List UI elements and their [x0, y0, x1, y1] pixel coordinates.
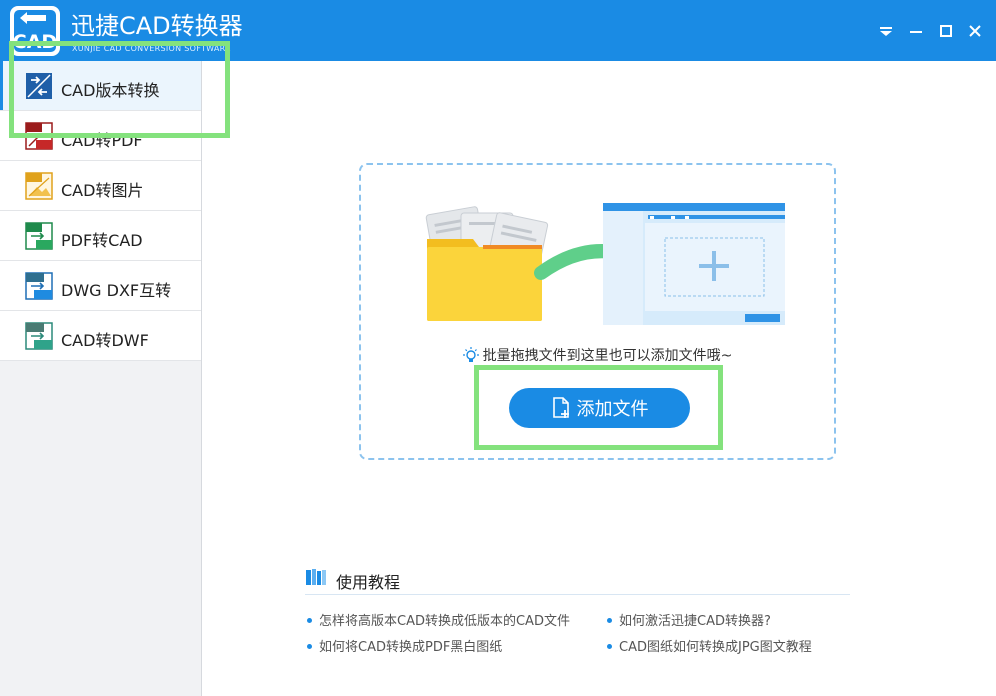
sidebar-item-label: DWG DXF互转 — [61, 281, 172, 300]
cad-to-dwf-icon — [25, 322, 53, 350]
sidebar-item-label: CAD转图片 — [61, 181, 144, 200]
maximize-icon[interactable] — [937, 22, 955, 40]
tutorial-link[interactable]: CAD图纸如何转换成JPG图文教程 — [607, 636, 812, 655]
cad-to-image-icon — [25, 172, 53, 200]
sidebar: CAD版本转换 CAD转PDF CAD转图片 PDF转CAD DWG DXF互转… — [0, 61, 202, 696]
app-title: 迅捷CAD转换器 — [71, 12, 243, 40]
drag-hint-text: 批量拖拽文件到这里也可以添加文件哦~ — [482, 348, 733, 364]
sidebar-item-cad-to-dwf[interactable]: CAD转DWF — [0, 311, 201, 361]
tutorials-title: 使用教程 — [336, 573, 401, 592]
tutorial-link[interactable]: 如何将CAD转换成PDF黑白图纸 — [307, 636, 502, 655]
books-icon — [306, 569, 326, 585]
tutorial-link[interactable]: 怎样将高版本CAD转换成低版本的CAD文件 — [307, 610, 570, 629]
drag-hint: 批量拖拽文件到这里也可以添加文件哦~ — [361, 345, 834, 365]
sidebar-item-cad-to-image[interactable]: CAD转图片 — [0, 161, 201, 211]
tutorial-link[interactable]: 如何激活迅捷CAD转换器? — [607, 610, 771, 629]
sidebar-item-label: PDF转CAD — [61, 231, 143, 250]
highlight-sidebar-item — [9, 41, 230, 138]
menu-icon[interactable] — [877, 22, 895, 40]
sidebar-item-pdf-to-cad[interactable]: PDF转CAD — [0, 211, 201, 261]
dwg-dxf-icon — [25, 272, 53, 300]
back-arrow-icon — [20, 12, 46, 24]
minimize-icon[interactable] — [907, 22, 925, 40]
close-icon[interactable] — [966, 22, 984, 40]
lightbulb-icon — [462, 347, 479, 362]
pdf-to-cad-icon — [25, 222, 53, 250]
highlight-add-button — [474, 365, 723, 450]
sidebar-item-label: CAD转DWF — [61, 331, 149, 350]
drag-files-illustration — [425, 203, 785, 325]
tutorials-header: 使用教程 — [305, 566, 850, 595]
sidebar-item-dwg-dxf[interactable]: DWG DXF互转 — [0, 261, 201, 311]
